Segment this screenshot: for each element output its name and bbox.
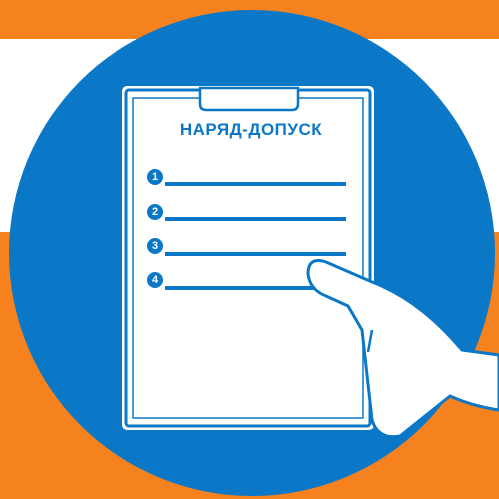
document-title: НАРЯД-ДОПУСК bbox=[179, 120, 323, 139]
list-number-1: 1 bbox=[147, 169, 163, 185]
list-number-2: 2 bbox=[147, 204, 163, 220]
list-number-4: 4 bbox=[147, 272, 163, 288]
list-number-3: 3 bbox=[147, 238, 163, 254]
illustration bbox=[9, 10, 499, 496]
clip-icon bbox=[198, 86, 300, 112]
